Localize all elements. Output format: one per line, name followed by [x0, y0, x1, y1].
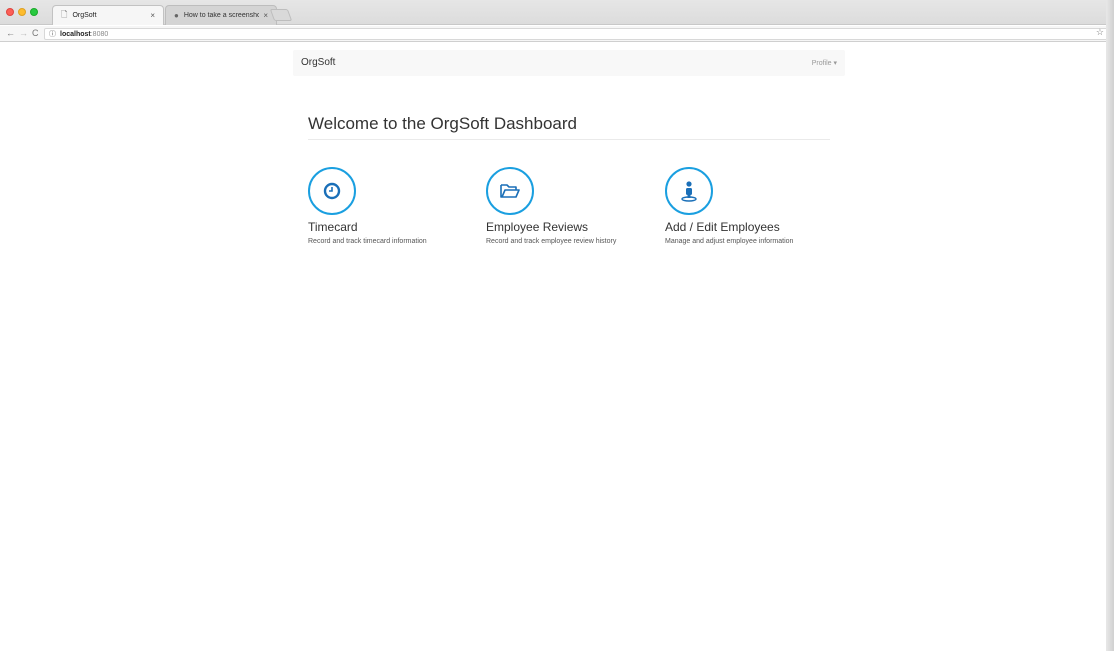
- url-host: localhost: [60, 30, 91, 38]
- browser-titlebar: 🗋 OrgSoft × ● How to take a screenshot o…: [0, 0, 1114, 25]
- tab-label: How to take a screenshot on: [183, 12, 260, 19]
- forward-arrow-icon[interactable]: →: [19, 28, 28, 38]
- minimize-window-button[interactable]: [18, 8, 26, 16]
- clock-icon[interactable]: [308, 167, 356, 215]
- brand-link[interactable]: OrgSoft: [301, 57, 335, 68]
- feature-description: Record and track employee review history: [486, 238, 617, 245]
- close-icon[interactable]: ×: [150, 11, 155, 20]
- feature-title[interactable]: Add / Edit Employees: [665, 220, 835, 234]
- address-bar[interactable]: ⓘ localhost :8080: [44, 28, 1108, 40]
- apple-icon: ●: [174, 11, 179, 20]
- divider: [308, 139, 830, 140]
- app-navbar: OrgSoft Profile ▾: [293, 50, 845, 76]
- feature-description: Record and track timecard information: [308, 238, 427, 245]
- page-icon: 🗋: [61, 9, 68, 19]
- info-icon[interactable]: ⓘ: [49, 29, 56, 39]
- feature-description: Manage and adjust employee information: [665, 238, 794, 245]
- profile-dropdown[interactable]: Profile ▾: [812, 59, 837, 67]
- bookmark-star-icon[interactable]: ☆: [1096, 27, 1104, 38]
- user-icon[interactable]: [665, 167, 713, 215]
- folder-open-icon[interactable]: [486, 167, 534, 215]
- tab-screenshot-article[interactable]: ● How to take a screenshot on ×: [165, 5, 277, 25]
- feature-employee-reviews[interactable]: Employee Reviews Record and track employ…: [486, 167, 656, 245]
- feature-add-edit-employees[interactable]: Add / Edit Employees Manage and adjust e…: [665, 167, 835, 245]
- window-edge: [1106, 0, 1114, 651]
- browser-toolbar: ← → C ⓘ localhost :8080 ☆: [0, 26, 1114, 42]
- feature-timecard[interactable]: Timecard Record and track timecard infor…: [308, 167, 478, 245]
- new-tab-button[interactable]: [269, 9, 293, 21]
- page-title: Welcome to the OrgSoft Dashboard: [308, 114, 577, 133]
- tab-label: OrgSoft: [72, 12, 97, 19]
- close-window-button[interactable]: [6, 8, 14, 16]
- maximize-window-button[interactable]: [30, 8, 38, 16]
- url-port: :8080: [90, 30, 109, 38]
- back-arrow-icon[interactable]: ←: [6, 28, 15, 38]
- tab-orgsoft[interactable]: 🗋 OrgSoft ×: [52, 5, 164, 25]
- feature-title[interactable]: Timecard: [308, 220, 478, 234]
- close-icon[interactable]: ×: [263, 11, 268, 20]
- feature-title[interactable]: Employee Reviews: [486, 220, 656, 234]
- reload-icon[interactable]: C: [32, 28, 39, 38]
